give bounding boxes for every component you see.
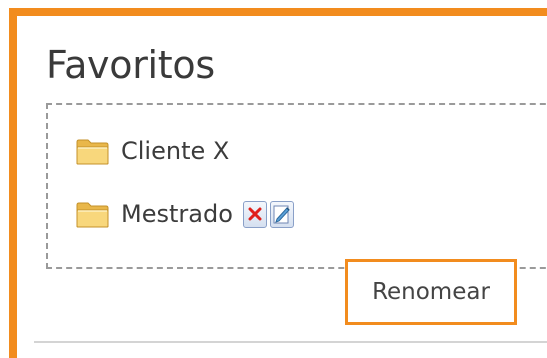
favorites-drop-area (46, 103, 547, 269)
favorite-actions (242, 200, 297, 228)
favorite-label: Cliente X (121, 137, 230, 165)
edit-button[interactable] (269, 200, 294, 228)
divider (34, 341, 547, 343)
folder-icon (76, 139, 109, 165)
delete-icon (248, 207, 262, 221)
folder-icon (76, 202, 109, 228)
favorite-label: Mestrado (121, 200, 233, 228)
favorite-item-mestrado[interactable]: Mestrado (76, 196, 297, 232)
favorites-title: Favoritos (46, 43, 215, 87)
delete-button[interactable] (242, 200, 267, 228)
favorite-item-cliente-x[interactable]: Cliente X (76, 133, 229, 169)
edit-icon (273, 205, 290, 224)
rename-button[interactable]: Renomear (345, 259, 517, 325)
